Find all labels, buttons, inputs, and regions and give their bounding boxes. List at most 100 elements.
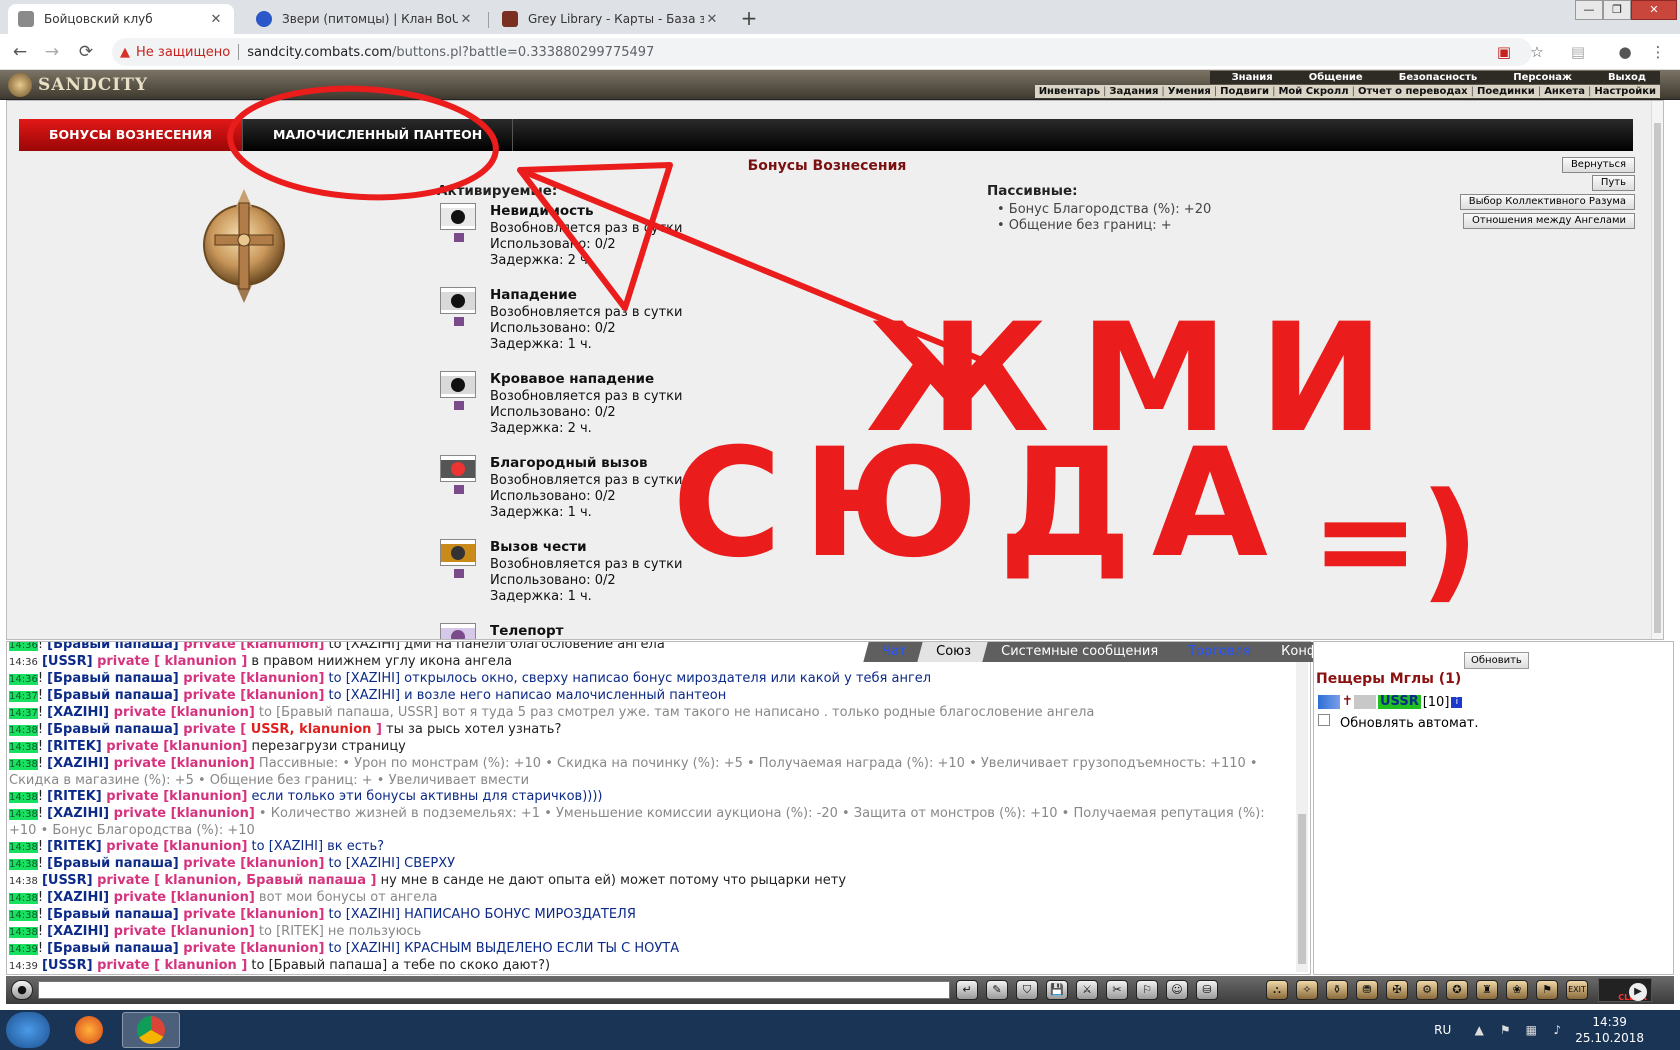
quick-action-icon[interactable]: ✪: [1446, 980, 1468, 1000]
chat-author[interactable]: [USSR]: [42, 873, 93, 888]
site-logo[interactable]: SANDCITY: [8, 72, 178, 98]
save-icon[interactable]: 💾: [1046, 980, 1068, 1000]
chat-author[interactable]: [Бравый папаша]: [47, 856, 179, 871]
close-window-button[interactable]: ✕: [1631, 0, 1677, 20]
chat-time[interactable]: 14:38: [9, 876, 38, 887]
chat-channel[interactable]: private [klanunion]: [109, 806, 255, 821]
quick-action-icon[interactable]: ✠: [1386, 980, 1408, 1000]
collective-mind-button[interactable]: Выбор Коллективного Разума: [1459, 194, 1635, 210]
chat-time[interactable]: 14:38: [9, 842, 38, 853]
quick-action-icon[interactable]: ⚑: [1536, 980, 1558, 1000]
chat-time[interactable]: 14:38: [9, 910, 38, 921]
scissors-icon[interactable]: ✂: [1106, 980, 1128, 1000]
skill-invisibility[interactable]: Невидимость Возобновляется раз в сутки И…: [440, 203, 940, 287]
submenu-quests[interactable]: Задания: [1109, 85, 1158, 98]
smiley-menu-icon[interactable]: ●: [11, 980, 33, 1000]
menu-character[interactable]: Персонаж: [1491, 71, 1586, 84]
chat-scrollbar[interactable]: [1296, 644, 1308, 972]
chat-time[interactable]: 14:38: [9, 809, 38, 820]
chat-time[interactable]: 14:38: [9, 927, 38, 938]
quick-action-icon[interactable]: ⛬: [1266, 980, 1288, 1000]
submenu-transfers[interactable]: Отчет о переводах: [1358, 85, 1468, 98]
flag-icon[interactable]: ⚐: [1136, 980, 1158, 1000]
browser-tab-3[interactable]: Grey Library - Карты - База знан ✕: [492, 4, 730, 34]
submenu-scroll[interactable]: Мой Скролл: [1278, 85, 1348, 98]
chat-channel[interactable]: private [klanunion]: [109, 890, 255, 905]
private-icon[interactable]: [1318, 695, 1340, 709]
firefox-app[interactable]: [60, 1012, 118, 1048]
chat-channel[interactable]: private [klanunion]: [102, 739, 247, 754]
address-bar[interactable]: ▲ Не защищено sandcity.combats.com /butt…: [112, 38, 1532, 66]
chat-author[interactable]: [USSR]: [42, 958, 93, 973]
chat-time[interactable]: 14:38: [9, 859, 38, 870]
chat-channel[interactable]: USSR, klanunion: [246, 722, 372, 737]
back-button[interactable]: ←: [8, 40, 32, 64]
chat-time[interactable]: 14:36: [9, 657, 38, 668]
teleport-icon[interactable]: [440, 623, 476, 639]
chat-time[interactable]: 14:37: [9, 708, 38, 719]
chat-channel[interactable]: ]: [371, 722, 382, 737]
honor-challenge-icon[interactable]: [440, 539, 476, 566]
submenu-profile[interactable]: Анкета: [1544, 85, 1585, 98]
chat-author[interactable]: [XAZIHI]: [47, 756, 109, 771]
menu-dots-icon[interactable]: ⋮: [1648, 42, 1668, 62]
quick-action-icon[interactable]: ♜: [1476, 980, 1498, 1000]
chat-author[interactable]: [Бравый папаша]: [47, 688, 179, 703]
chat-channel[interactable]: private [klanunion]: [179, 671, 324, 686]
chat-author[interactable]: [Бравый папаша]: [47, 941, 179, 956]
chat-time[interactable]: 14:39: [9, 961, 38, 972]
chat-author[interactable]: [Бравый папаша]: [47, 642, 179, 652]
chat-author[interactable]: [Бравый папаша]: [47, 907, 179, 922]
chat-channel[interactable]: private [klanunion]: [109, 705, 255, 720]
chat-author[interactable]: [RITEK]: [47, 789, 102, 804]
forward-button[interactable]: →: [40, 40, 64, 64]
chat-channel[interactable]: private [klanunion]: [102, 839, 247, 854]
chat-channel[interactable]: private [ klanunion, Бравый папаша ]: [93, 873, 376, 888]
quick-action-icon[interactable]: ⚙: [1416, 980, 1438, 1000]
auto-refresh[interactable]: Обновлять автомат.: [1318, 713, 1479, 731]
submenu-settings[interactable]: Настройки: [1594, 85, 1656, 98]
sunglasses-icon[interactable]: [440, 203, 476, 230]
start-button[interactable]: [6, 1012, 50, 1048]
close-tab-icon[interactable]: ✕: [208, 12, 224, 27]
chat-tab-trade[interactable]: Торговля: [1169, 642, 1270, 662]
chat-channel[interactable]: private [klanunion]: [179, 941, 324, 956]
smile-icon[interactable]: ☺: [1166, 980, 1188, 1000]
menu-knowledge[interactable]: Знания: [1210, 71, 1287, 84]
path-button[interactable]: Путь: [1591, 175, 1635, 191]
close-tab-icon[interactable]: ✕: [704, 12, 720, 27]
submenu-battles[interactable]: Поединки: [1477, 85, 1535, 98]
skill-bloody-attack[interactable]: Кровавое нападение Возобновляется раз в …: [440, 371, 940, 455]
quick-action-icon[interactable]: ⚱: [1326, 980, 1348, 1000]
chat-time[interactable]: 14:39: [9, 944, 38, 955]
quick-action-icon[interactable]: ❀: [1506, 980, 1528, 1000]
info-icon[interactable]: i: [1451, 696, 1463, 708]
blocked-popup-icon[interactable]: ▣: [1494, 42, 1514, 62]
submenu-skills[interactable]: Умения: [1168, 85, 1211, 98]
chat-author[interactable]: [Бравый папаша]: [47, 671, 179, 686]
clan-icon[interactable]: [1354, 695, 1376, 709]
chat-author[interactable]: [XAZIHI]: [47, 890, 109, 905]
chat-input[interactable]: [38, 981, 950, 999]
exit-icon[interactable]: EXIT: [1566, 980, 1588, 1000]
eraser-icon[interactable]: ✎: [986, 980, 1008, 1000]
chat-author[interactable]: [Бравый папаша]: [47, 722, 179, 737]
restore-button[interactable]: ❐: [1603, 0, 1631, 20]
submenu-achievements[interactable]: Подвиги: [1220, 85, 1269, 98]
fight-icon[interactable]: ⚔: [1076, 980, 1098, 1000]
chat-channel[interactable]: private [: [179, 722, 246, 737]
skill-noble-challenge[interactable]: Благородный вызов Возобновляется раз в с…: [440, 455, 940, 539]
new-tab-button[interactable]: +: [736, 6, 762, 32]
profile-icon[interactable]: ●: [1615, 42, 1635, 62]
bookmark-star-icon[interactable]: ☆: [1527, 42, 1547, 62]
chat-time[interactable]: 14:38: [9, 742, 38, 753]
chat-time[interactable]: 14:38: [9, 893, 38, 904]
quick-action-icon[interactable]: ⛃: [1356, 980, 1378, 1000]
chat-time[interactable]: 14:36: [9, 642, 38, 651]
return-button[interactable]: Вернуться: [1561, 157, 1635, 173]
flag-icon[interactable]: ⚑: [1497, 1022, 1513, 1038]
room-user[interactable]: ✝ USSR [10] i: [1318, 694, 1463, 710]
user-name[interactable]: USSR: [1378, 695, 1421, 709]
chat-time[interactable]: 14:37: [9, 691, 38, 702]
language-indicator[interactable]: RU: [1434, 1023, 1451, 1037]
